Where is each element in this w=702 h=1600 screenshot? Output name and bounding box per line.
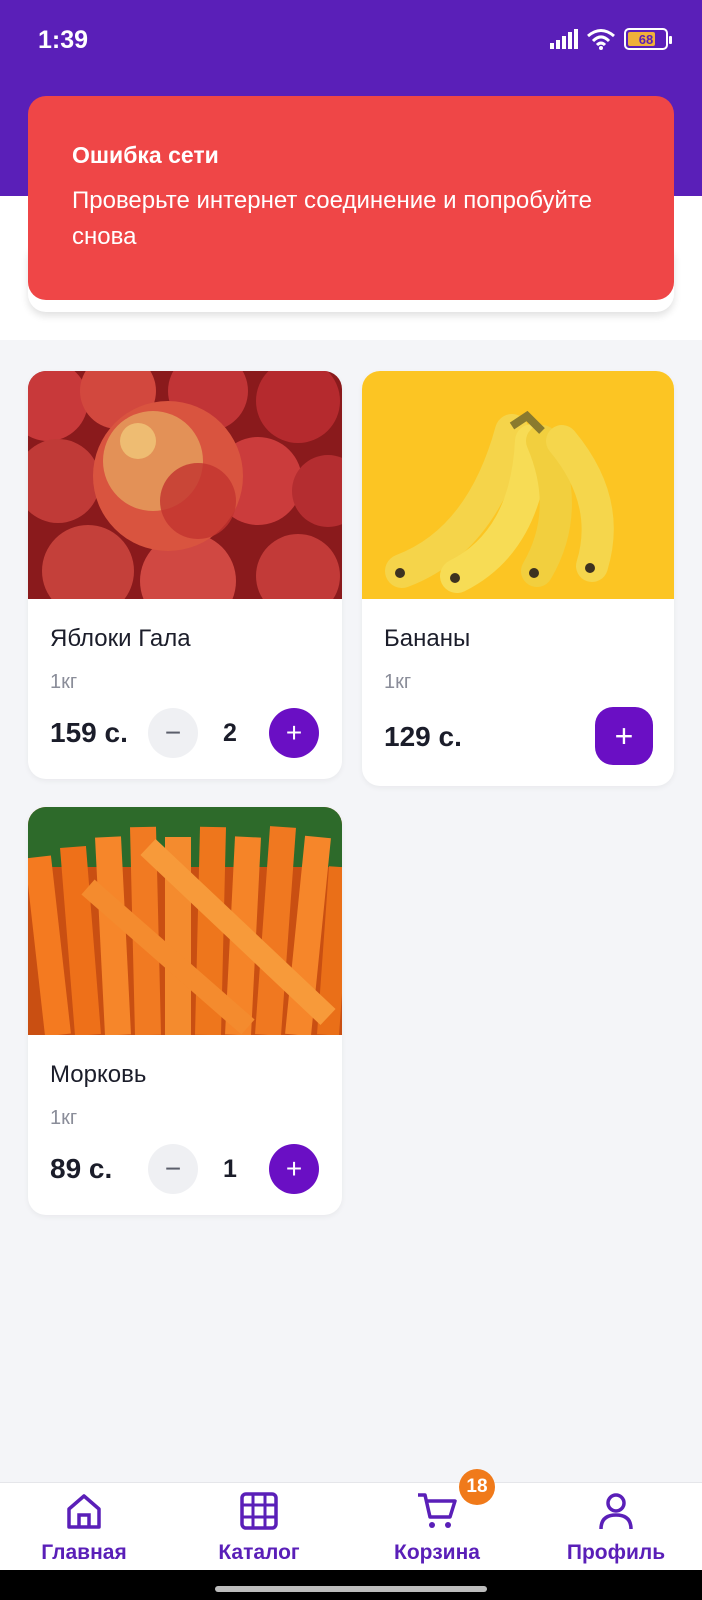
product-card-apples[interactable]: Яблоки Гала 1кг 159 с. − 2 +: [28, 371, 342, 779]
nav-label: Корзина: [394, 1541, 480, 1564]
nav-label: Каталог: [218, 1541, 300, 1564]
increase-quantity-button[interactable]: +: [269, 708, 319, 758]
nav-label: Главная: [41, 1541, 127, 1564]
wifi-icon: [587, 29, 615, 50]
nav-catalog[interactable]: Каталог: [179, 1489, 339, 1565]
battery-icon: 68: [624, 28, 672, 50]
quantity-value: 1: [223, 1155, 237, 1183]
product-card-carrots[interactable]: Морковь 1кг 89 с. − 1 +: [28, 807, 342, 1215]
product-name: Бананы: [384, 625, 471, 652]
product-image-bananas: [362, 371, 674, 599]
product-name: Яблоки Гала: [50, 625, 191, 652]
nav-cart[interactable]: Корзина 18: [357, 1469, 517, 1565]
decrease-quantity-button[interactable]: −: [148, 1144, 198, 1194]
product-unit: 1кг: [384, 671, 412, 693]
status-icons: 68: [550, 28, 672, 50]
product-image-carrots: [28, 807, 342, 1035]
nav-home[interactable]: Главная: [4, 1489, 164, 1565]
status-time: 1:39: [38, 26, 89, 54]
cart-icon: [418, 1493, 457, 1528]
increase-quantity-button[interactable]: +: [269, 1144, 319, 1194]
decrease-quantity-button[interactable]: −: [148, 708, 198, 758]
nav-profile[interactable]: Профиль: [536, 1489, 696, 1565]
quantity-value: 2: [223, 719, 237, 747]
product-price: 129 с.: [384, 721, 462, 752]
product-unit: 1кг: [50, 671, 78, 693]
error-title: Ошибка сети: [72, 142, 219, 168]
product-name: Морковь: [50, 1061, 147, 1088]
user-icon: [599, 1493, 633, 1530]
product-card-bananas[interactable]: Бананы 1кг 129 с. +: [362, 371, 674, 786]
product-price: 89 с.: [50, 1153, 113, 1184]
home-icon: [67, 1494, 101, 1529]
gesture-bar: [0, 1570, 702, 1600]
cart-count-badge: 18: [459, 1469, 495, 1505]
product-unit: 1кг: [50, 1107, 78, 1129]
error-message: Проверьте интернет соединение и попробуй…: [72, 187, 592, 250]
nav-label: Профиль: [566, 1541, 666, 1564]
grid-icon: [240, 1492, 278, 1530]
add-to-cart-button[interactable]: +: [595, 707, 653, 765]
network-error-toast[interactable]: Ошибка сети Проверьте интернет соединени…: [28, 96, 674, 300]
product-price: 159 с.: [50, 717, 128, 748]
signal-icon: [550, 29, 578, 49]
bottom-navigation: Главная Каталог Корзина 18 Профиль: [0, 1469, 702, 1570]
product-image-apples: [28, 371, 342, 599]
home-indicator[interactable]: [215, 1586, 487, 1592]
battery-level: 68: [638, 31, 654, 47]
